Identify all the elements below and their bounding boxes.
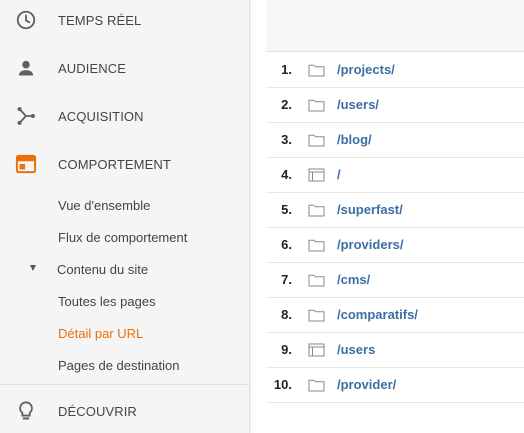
row-path-link[interactable]: / (337, 167, 341, 182)
row-path-link[interactable]: /cms/ (337, 272, 370, 287)
sidebar-item-label: Toutes les pages (58, 293, 156, 309)
table-row: 4. / (266, 157, 524, 193)
folder-icon (308, 203, 325, 217)
row-path-link[interactable]: /users (337, 342, 375, 357)
sidebar-divider (0, 384, 249, 385)
table-row: 9. /users (266, 332, 524, 368)
sidebar-item-label: Détail par URL (58, 325, 144, 341)
row-path-link[interactable]: /superfast/ (337, 202, 403, 217)
sidebar-item-url-detail[interactable]: Détail par URL (0, 317, 249, 349)
nav-item-label: TEMPS RÉEL (58, 12, 142, 28)
row-path-link[interactable]: /blog/ (337, 132, 372, 147)
nav-item-label: ACQUISITION (58, 108, 144, 124)
table-row: 3. /blog/ (266, 122, 524, 158)
folder-icon (308, 238, 325, 252)
nav-item-behavior[interactable]: COMPORTEMENT (0, 140, 249, 188)
folder-icon (308, 133, 325, 147)
sidebar-item-behavior-flow[interactable]: Flux de comportement (0, 221, 249, 253)
row-rank: 1. (281, 62, 292, 77)
nav-item-label: COMPORTEMENT (58, 156, 171, 172)
sidebar-item-label: Flux de comportement (58, 229, 188, 245)
nav-item-label: DÉCOUVRIR (58, 403, 137, 419)
table-row: 2. /users/ (266, 87, 524, 123)
row-rank: 9. (281, 342, 292, 357)
row-rank: 5. (281, 202, 292, 217)
sidebar-section-site-content[interactable]: Contenu du site (0, 253, 249, 285)
table-row: 5. /superfast/ (266, 192, 524, 228)
row-rank: 3. (281, 132, 292, 147)
url-table: 1. /projects/2. /users/3. /blog/4. / 5. /super… (266, 0, 524, 433)
table-row: 8. /comparatifs/ (266, 297, 524, 333)
nav-item-discover[interactable]: DÉCOUVRIR (0, 387, 249, 433)
lightbulb-icon (14, 399, 38, 423)
table-row: 6. /providers/ (266, 227, 524, 263)
folder-icon (308, 98, 325, 112)
row-path-link[interactable]: /provider/ (337, 377, 396, 392)
nav-item-acquisition[interactable]: ACQUISITION (0, 92, 249, 140)
row-path-link[interactable]: /projects/ (337, 62, 395, 77)
row-rank: 8. (281, 307, 292, 322)
nav-item-audience[interactable]: AUDIENCE (0, 44, 249, 92)
acquisition-icon (14, 104, 38, 128)
row-path-link[interactable]: /comparatifs/ (337, 307, 418, 322)
sidebar: TEMPS RÉEL AUDIENCE ACQUISITION COMPORTE… (0, 0, 250, 433)
page-icon (308, 168, 325, 182)
row-path-link[interactable]: /users/ (337, 97, 379, 112)
table-row: 1. /projects/ (266, 52, 524, 88)
row-rank: 4. (281, 167, 292, 182)
row-rank: 2. (281, 97, 292, 112)
table-header (266, 0, 524, 52)
caret-down-icon (30, 265, 36, 271)
sidebar-item-overview[interactable]: Vue d'ensemble (0, 189, 249, 221)
folder-icon (308, 378, 325, 392)
sidebar-item-label: Pages de destination (58, 357, 180, 373)
folder-icon (308, 63, 325, 77)
row-rank: 7. (281, 272, 292, 287)
clock-icon (14, 8, 38, 32)
table-row: 10. /provider/ (266, 367, 524, 403)
sidebar-item-landing-pages[interactable]: Pages de destination (0, 349, 249, 381)
row-rank: 10. (273, 377, 292, 392)
nav-item-realtime[interactable]: TEMPS RÉEL (0, 0, 249, 44)
row-rank: 6. (281, 237, 292, 252)
page-icon (308, 343, 325, 357)
folder-icon (308, 308, 325, 322)
behavior-icon (14, 152, 38, 176)
sidebar-item-label: Vue d'ensemble (58, 197, 151, 213)
folder-icon (308, 273, 325, 287)
sidebar-section-label: Contenu du site (57, 261, 149, 277)
nav-item-label: AUDIENCE (58, 60, 126, 76)
row-path-link[interactable]: /providers/ (337, 237, 403, 252)
person-icon (14, 56, 38, 80)
sidebar-item-all-pages[interactable]: Toutes les pages (0, 285, 249, 317)
table-row: 7. /cms/ (266, 262, 524, 298)
